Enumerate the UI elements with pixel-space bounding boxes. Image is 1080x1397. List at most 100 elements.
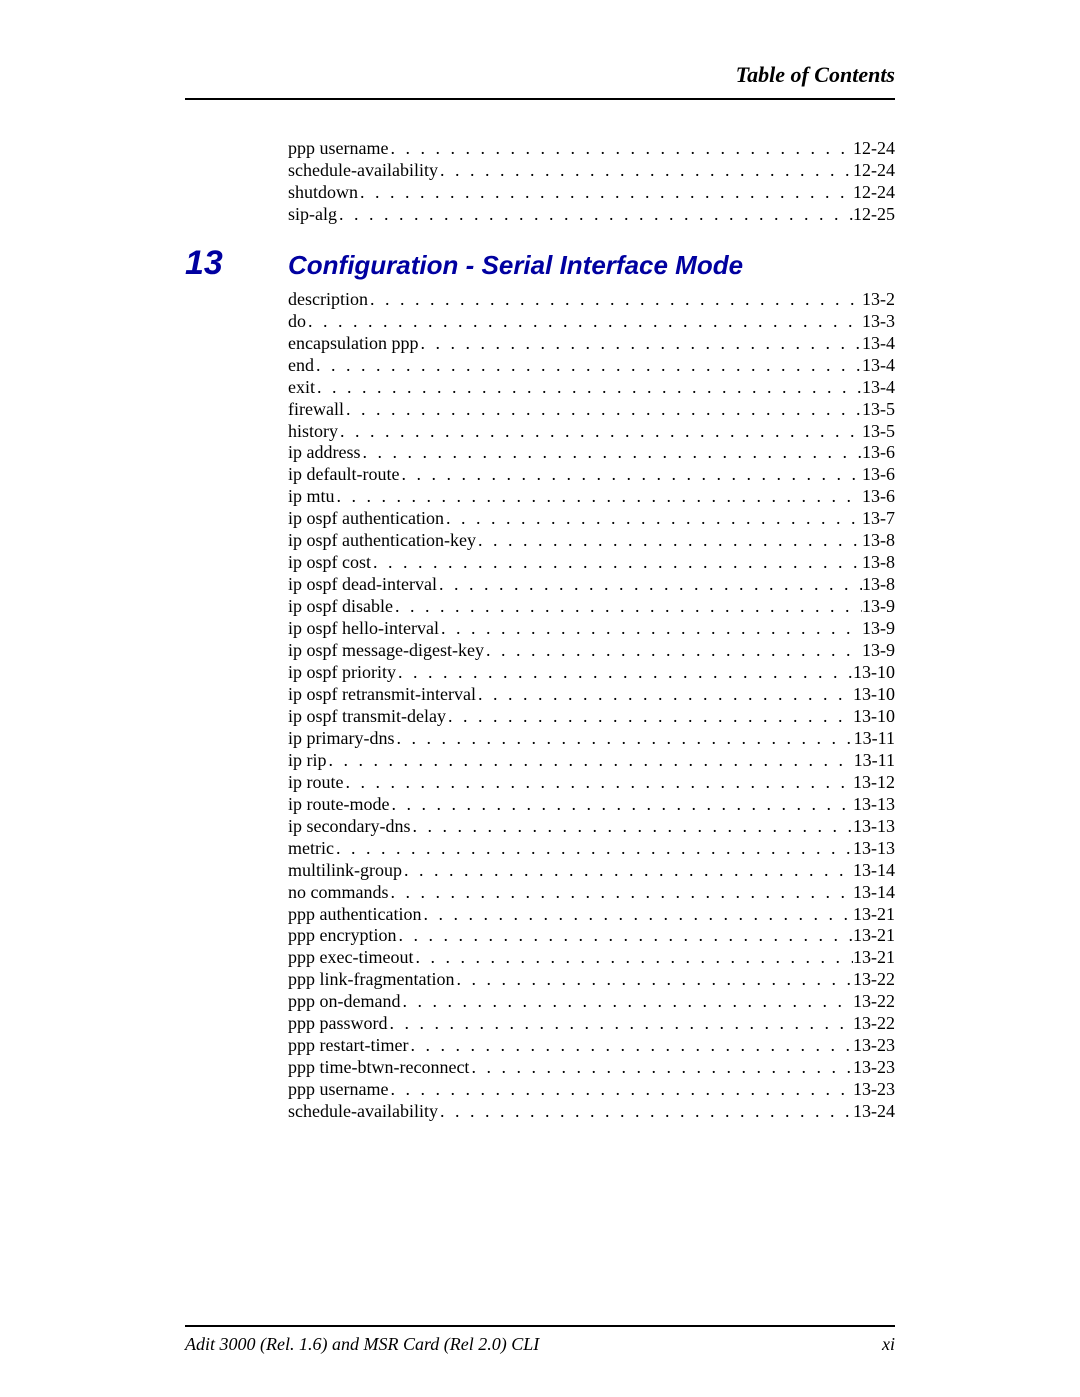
- toc-entry: ip rip . . . . . . . . . . . . . . . . .…: [288, 750, 895, 772]
- toc-entry-page: 13-23: [853, 1035, 895, 1057]
- toc-entry-label: sip-alg: [288, 204, 337, 226]
- toc-entry-label: ip ospf retransmit-interval: [288, 684, 476, 706]
- toc-entry-page: 13-4: [862, 333, 895, 355]
- toc-leader-dots: . . . . . . . . . . . . . . . . . . . . …: [396, 925, 853, 947]
- toc-entry: ip ospf cost . . . . . . . . . . . . . .…: [288, 552, 895, 574]
- toc-entry-label: end: [288, 355, 314, 377]
- toc-entry-label: ip route-mode: [288, 794, 389, 816]
- toc-leader-dots: . . . . . . . . . . . . . . . . . . . . …: [314, 355, 862, 377]
- toc-entry-page: 13-22: [853, 969, 895, 991]
- toc-entry-page: 12-25: [853, 204, 895, 226]
- toc-leader-dots: . . . . . . . . . . . . . . . . . . . . …: [402, 860, 853, 882]
- toc-entry-label: firewall: [288, 399, 344, 421]
- toc-entry-label: ip ospf priority: [288, 662, 396, 684]
- toc-entry-page: 13-4: [862, 355, 895, 377]
- toc-leader-dots: . . . . . . . . . . . . . . . . . . . . …: [327, 750, 854, 772]
- toc-entry-page: 13-8: [862, 574, 895, 596]
- toc-entry: ppp username . . . . . . . . . . . . . .…: [288, 1079, 895, 1101]
- toc-entry: schedule-availability . . . . . . . . . …: [288, 1101, 895, 1123]
- toc-entry: end . . . . . . . . . . . . . . . . . . …: [288, 355, 895, 377]
- toc-entry: ip ospf authentication-key . . . . . . .…: [288, 530, 895, 552]
- toc-entry-label: metric: [288, 838, 334, 860]
- toc-leader-dots: . . . . . . . . . . . . . . . . . . . . …: [413, 947, 853, 969]
- toc-entry: do . . . . . . . . . . . . . . . . . . .…: [288, 311, 895, 333]
- toc-entry-page: 13-6: [862, 464, 895, 486]
- toc-leader-dots: . . . . . . . . . . . . . . . . . . . . …: [476, 684, 853, 706]
- footer-rule: [185, 1325, 895, 1327]
- toc-entry: ip route-mode . . . . . . . . . . . . . …: [288, 794, 895, 816]
- toc-leader-dots: . . . . . . . . . . . . . . . . . . . . …: [371, 552, 862, 574]
- content: ppp username . . . . . . . . . . . . . .…: [185, 138, 895, 1123]
- toc-entry-page: 13-14: [853, 882, 895, 904]
- toc-entry-page: 13-8: [862, 530, 895, 552]
- toc-entry-label: exit: [288, 377, 315, 399]
- chapter-heading: 13 Configuration - Serial Interface Mode: [185, 244, 895, 283]
- toc-entry: ppp authentication . . . . . . . . . . .…: [288, 904, 895, 926]
- toc-entry-label: ppp authentication: [288, 904, 421, 926]
- toc-entry: shutdown . . . . . . . . . . . . . . . .…: [288, 182, 895, 204]
- toc-entry-page: 13-5: [862, 399, 895, 421]
- toc-entry-label: ip ospf message-digest-key: [288, 640, 484, 662]
- toc-entry: ppp link-fragmentation . . . . . . . . .…: [288, 969, 895, 991]
- toc-entry-page: 13-13: [853, 816, 895, 838]
- toc-entry: ip ospf message-digest-key . . . . . . .…: [288, 640, 895, 662]
- toc-entry-label: ppp restart-timer: [288, 1035, 408, 1057]
- toc-entry: ppp username . . . . . . . . . . . . . .…: [288, 138, 895, 160]
- toc-entry-label: ip ospf authentication: [288, 508, 444, 530]
- toc-entry: ppp time-btwn-reconnect . . . . . . . . …: [288, 1057, 895, 1079]
- toc-entry-label: ip ospf hello-interval: [288, 618, 439, 640]
- toc-entry-page: 13-23: [853, 1057, 895, 1079]
- toc-entry-label: ip primary-dns: [288, 728, 394, 750]
- toc-leader-dots: . . . . . . . . . . . . . . . . . . . . …: [469, 1057, 853, 1079]
- running-header: Table of Contents: [185, 62, 895, 88]
- toc-leader-dots: . . . . . . . . . . . . . . . . . . . . …: [476, 530, 862, 552]
- toc-entry: ip ospf priority . . . . . . . . . . . .…: [288, 662, 895, 684]
- toc-leader-dots: . . . . . . . . . . . . . . . . . . . . …: [388, 1013, 854, 1035]
- toc-entry-label: ip mtu: [288, 486, 335, 508]
- toc-entry-page: 13-6: [862, 486, 895, 508]
- toc-entry-label: ppp on-demand: [288, 991, 400, 1013]
- toc-leader-dots: . . . . . . . . . . . . . . . . . . . . …: [394, 728, 853, 750]
- chapter-title: Configuration - Serial Interface Mode: [288, 250, 743, 281]
- toc-leader-dots: . . . . . . . . . . . . . . . . . . . . …: [344, 399, 862, 421]
- toc-entry-label: ip ospf authentication-key: [288, 530, 476, 552]
- toc-pre-list: ppp username . . . . . . . . . . . . . .…: [185, 138, 895, 226]
- toc-entry-label: schedule-availability: [288, 160, 438, 182]
- footer-left: Adit 3000 (Rel. 1.6) and MSR Card (Rel 2…: [185, 1334, 539, 1355]
- toc-entry: ppp password . . . . . . . . . . . . . .…: [288, 1013, 895, 1035]
- toc-entry: ip ospf dead-interval . . . . . . . . . …: [288, 574, 895, 596]
- toc-leader-dots: . . . . . . . . . . . . . . . . . . . . …: [388, 1079, 853, 1101]
- toc-entry: ppp encryption . . . . . . . . . . . . .…: [288, 925, 895, 947]
- header-rule: [185, 98, 895, 100]
- toc-entry-label: shutdown: [288, 182, 358, 204]
- toc-leader-dots: . . . . . . . . . . . . . . . . . . . . …: [400, 991, 853, 1013]
- toc-entry: ip mtu . . . . . . . . . . . . . . . . .…: [288, 486, 895, 508]
- toc-entry-label: multilink-group: [288, 860, 402, 882]
- toc-entry: ip ospf hello-interval . . . . . . . . .…: [288, 618, 895, 640]
- toc-entry-label: ip ospf disable: [288, 596, 393, 618]
- toc-entry-page: 13-13: [853, 838, 895, 860]
- toc-entry-page: 13-9: [862, 618, 895, 640]
- toc-entry: ip address . . . . . . . . . . . . . . .…: [288, 442, 895, 464]
- toc-entry: schedule-availability . . . . . . . . . …: [288, 160, 895, 182]
- toc-entry: ppp exec-timeout . . . . . . . . . . . .…: [288, 947, 895, 969]
- toc-leader-dots: . . . . . . . . . . . . . . . . . . . . …: [421, 904, 853, 926]
- toc-entry-page: 13-22: [853, 991, 895, 1013]
- toc-entry: ip ospf authentication . . . . . . . . .…: [288, 508, 895, 530]
- toc-leader-dots: . . . . . . . . . . . . . . . . . . . . …: [438, 1101, 853, 1123]
- toc-entry-page: 13-21: [853, 904, 895, 926]
- toc-entry-page: 13-22: [853, 1013, 895, 1035]
- toc-entry-page: 13-24: [853, 1101, 895, 1123]
- toc-entry-page: 12-24: [853, 160, 895, 182]
- toc-leader-dots: . . . . . . . . . . . . . . . . . . . . …: [315, 377, 862, 399]
- toc-leader-dots: . . . . . . . . . . . . . . . . . . . . …: [338, 421, 862, 443]
- toc-leader-dots: . . . . . . . . . . . . . . . . . . . . …: [389, 882, 854, 904]
- toc-entry-page: 13-3: [862, 311, 895, 333]
- toc-leader-dots: . . . . . . . . . . . . . . . . . . . . …: [410, 816, 853, 838]
- toc-entry: ip ospf transmit-delay . . . . . . . . .…: [288, 706, 895, 728]
- toc-entry-label: no commands: [288, 882, 389, 904]
- toc-entry-label: ip rip: [288, 750, 327, 772]
- toc-leader-dots: . . . . . . . . . . . . . . . . . . . . …: [388, 138, 853, 160]
- toc-entry: ppp restart-timer . . . . . . . . . . . …: [288, 1035, 895, 1057]
- page: Table of Contents ppp username . . . . .…: [0, 0, 1080, 1397]
